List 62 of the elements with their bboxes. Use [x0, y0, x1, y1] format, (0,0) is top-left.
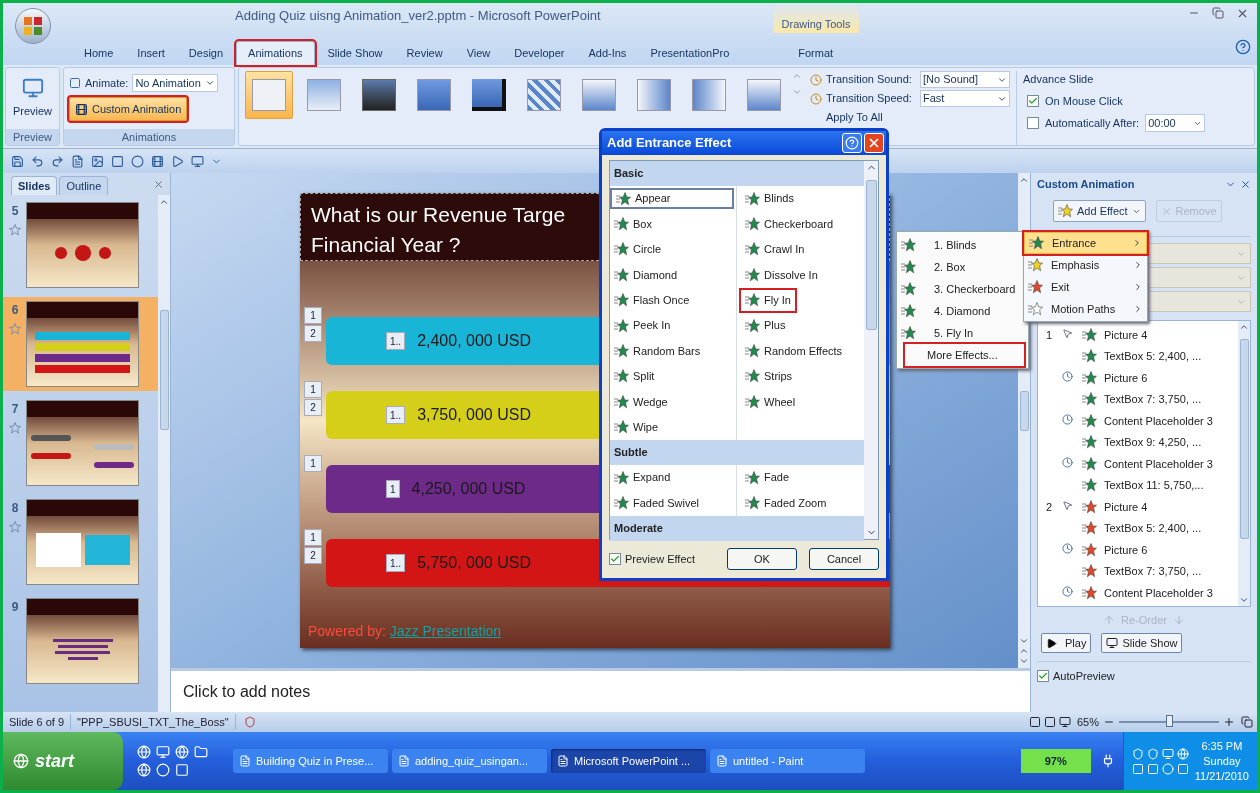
section-header: Subtle: [610, 439, 864, 465]
checkbox-label: Preview Effect: [625, 551, 697, 567]
animate-label: Animate:: [85, 75, 129, 91]
animation-tag: 1..: [386, 332, 406, 350]
clock-text: Sunday: [1203, 753, 1241, 769]
zoom-level: 65%: [1076, 714, 1099, 730]
animation-label: TextBox 7: 3,750, ...: [1104, 564, 1202, 579]
clock-text: 6:35 PM: [1201, 738, 1243, 754]
pane-title: Custom Animation: [1037, 176, 1135, 192]
window-title: Adding Quiz uisng Animation_ver2.pptm - Microsoft PowerPoint: [235, 7, 601, 25]
slide-number: 8: [11, 500, 19, 517]
animation-label: TextBox 7: 3,750, ...: [1104, 392, 1202, 407]
field-label: Transition Sound:: [826, 72, 913, 88]
animation-tag: 2: [304, 547, 322, 564]
checkbox-label: Automatically After:: [1045, 115, 1140, 131]
footer-text: Powered by:: [308, 621, 386, 641]
animation-order: 1: [1045, 328, 1052, 341]
slide-title-line: Financial Year ?: [311, 232, 461, 258]
animation-tag: 1: [304, 529, 322, 546]
slide-count: Slide 6 of 9: [3, 713, 72, 731]
animation-label: Content Placeholder 3: [1104, 413, 1213, 429]
group-label: Preview: [6, 129, 59, 145]
bar-value: 2,400, 000 USD: [417, 331, 531, 351]
animation-label: TextBox 9: 4,250, ...: [1104, 435, 1202, 450]
slide-number: 9: [11, 599, 19, 616]
animation-tag: 2: [304, 399, 322, 416]
animation-tag: 1..: [386, 406, 406, 424]
group-label: Animations: [64, 129, 234, 145]
animation-label: Picture 6: [1104, 370, 1148, 386]
animation-label: Picture 4: [1104, 327, 1148, 343]
animation-label: Content Placeholder 3: [1104, 456, 1213, 472]
animation-label: Content Placeholder 3: [1104, 585, 1213, 601]
bar-value: 5,750, 000 USD: [417, 553, 531, 573]
bar-value: 4,250, 000 USD: [411, 479, 526, 499]
contextual-tab-group-label: Drawing Tools: [773, 3, 859, 33]
animation-tag: 1..: [386, 554, 406, 572]
slide-number: 6: [11, 302, 19, 319]
animation-order: 2: [1045, 500, 1052, 513]
clock-text: 11/21/2010: [1194, 768, 1249, 784]
animation-label: TextBox 5: 2,400, ...: [1104, 521, 1202, 536]
checkbox-label: On Mouse Click: [1045, 93, 1123, 109]
animation-tag: 1: [304, 307, 322, 324]
animation-label: Picture 6: [1104, 542, 1148, 558]
section-header: Basic: [610, 161, 864, 186]
animation-tag: 1: [304, 455, 322, 472]
slide-number: 5: [11, 203, 19, 220]
group-title: Advance Slide: [1023, 72, 1095, 87]
slide-number: 7: [11, 401, 19, 418]
checkbox-label: AutoPreview: [1053, 669, 1115, 684]
animation-label: Picture 4: [1104, 499, 1148, 515]
animation-label: TextBox 11: 5,750,...: [1104, 478, 1204, 493]
battery-level: 97%: [1020, 749, 1091, 773]
theme-name: "PPP_SBUSI_TXT_The_Boss": [71, 713, 236, 731]
animation-tag: 2: [304, 325, 322, 342]
animation-label: TextBox 5: 2,400, ...: [1104, 349, 1202, 364]
section-header: Moderate: [610, 515, 864, 541]
bar-value: 3,750, 000 USD: [417, 405, 531, 425]
dialog-title: Add Entrance Effect: [607, 134, 732, 153]
field-label: Transition Speed:: [826, 91, 913, 107]
animation-tag: 1: [304, 381, 322, 398]
slide-title-line: What is our Revenue Targe: [311, 202, 566, 228]
animation-tag: 1: [386, 480, 400, 498]
